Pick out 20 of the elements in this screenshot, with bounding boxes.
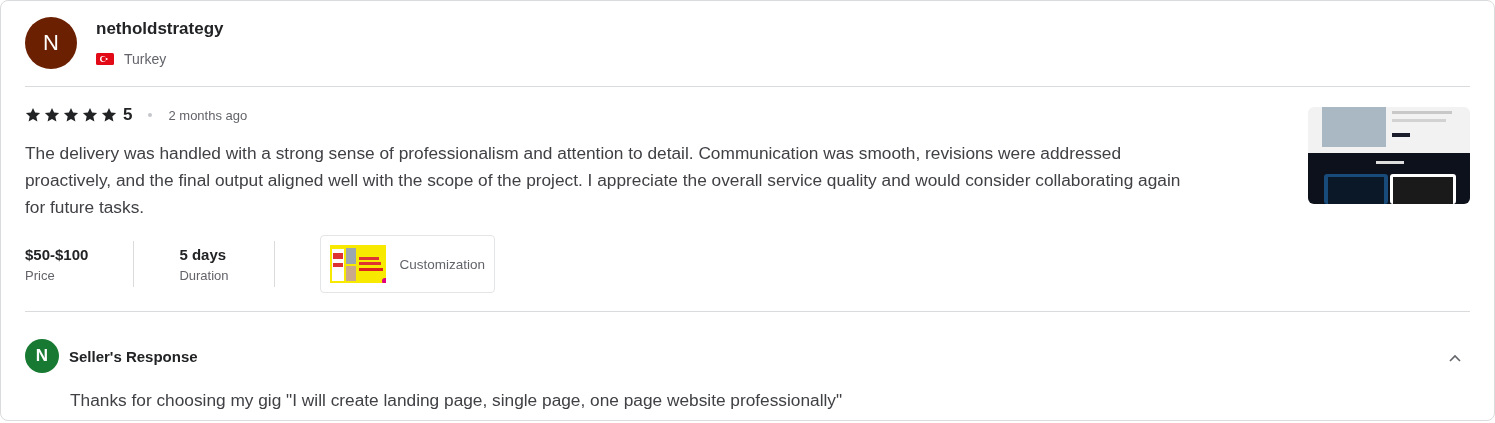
star-icon	[44, 107, 60, 123]
rating-value: 5	[123, 105, 133, 125]
stat-value: 5 days	[179, 245, 228, 263]
reviewer-name[interactable]: netholdstrategy	[96, 19, 224, 39]
seller-avatar: N	[25, 339, 59, 373]
flag-icon	[96, 53, 114, 65]
response-title: Seller's Response	[69, 347, 198, 365]
star-icon	[25, 107, 41, 123]
stat-label: Duration	[179, 267, 229, 283]
user-avatar: N	[25, 17, 77, 69]
star-icon	[101, 107, 117, 123]
country-name: Turkey	[124, 51, 167, 67]
review-text: The delivery was handled with a strong sense of professionalism and attention to detail. Communication was smooth, revisions were addressed proactively, and the final output aligned well with the scope of the project. I appreciate the overall service quality and would consider collaborating again for future tasks.	[25, 142, 1182, 219]
gig-chip[interactable]: Customization	[319, 235, 496, 293]
response-text: Thanks for choosing my gig "I will create landing page, single page, one page website professionally"	[70, 390, 844, 411]
stat-label: Price	[25, 267, 56, 283]
star-icon	[63, 107, 79, 123]
star-icon	[82, 107, 98, 123]
stat-value: $50-$100	[25, 245, 89, 263]
review-time: 2 months ago	[168, 107, 248, 123]
